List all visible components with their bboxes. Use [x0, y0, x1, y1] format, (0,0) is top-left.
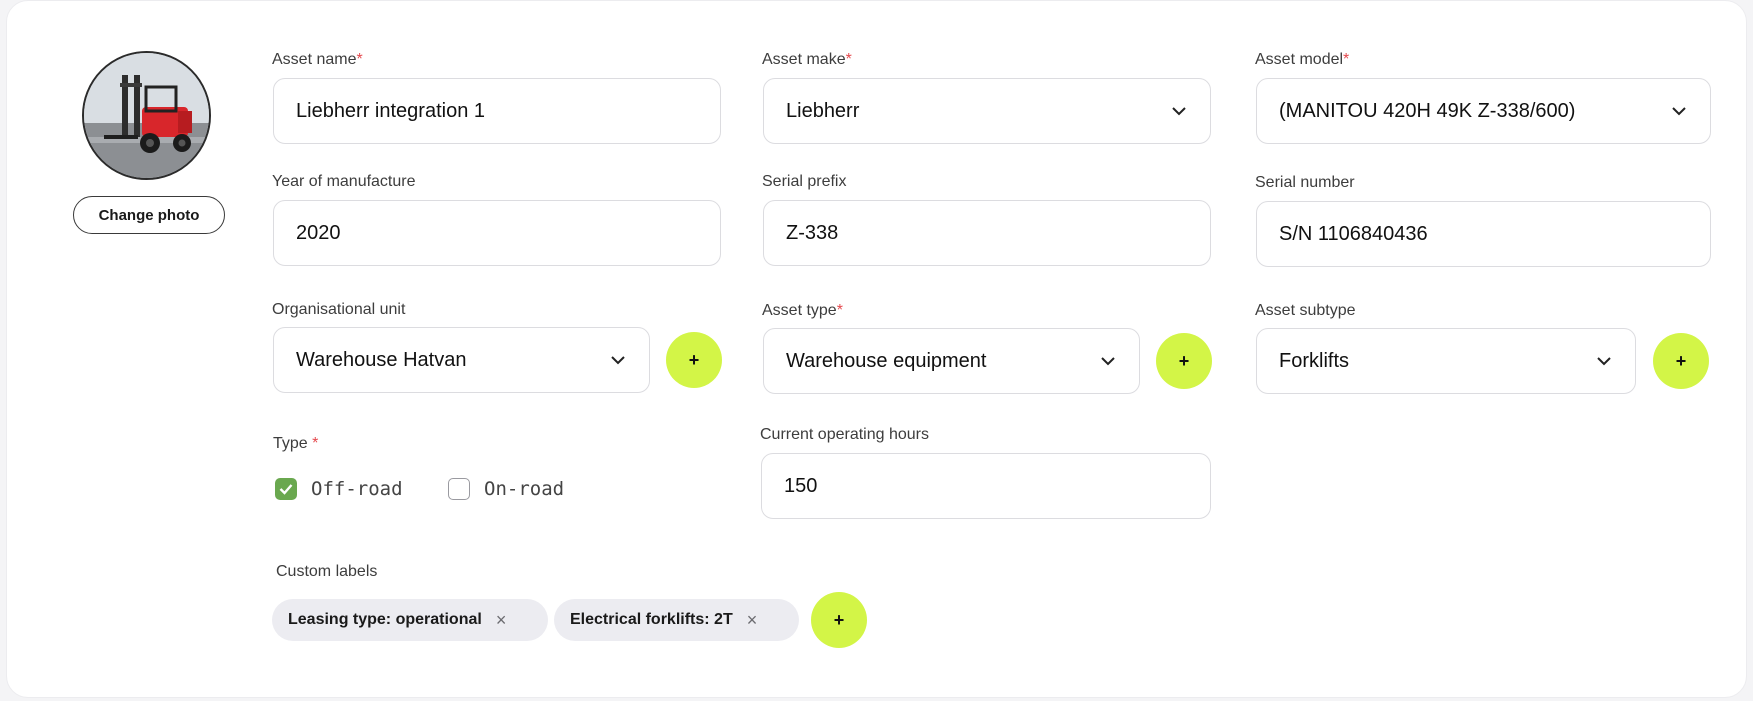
year-input[interactable] — [296, 221, 698, 245]
year-field[interactable] — [273, 200, 721, 266]
chip-text: Leasing type: operational — [288, 611, 482, 628]
asset-form-card: Change photo Asset name* Asset make* Lie… — [6, 0, 1747, 698]
custom-labels-heading: Custom labels — [276, 563, 378, 580]
close-icon[interactable]: × — [747, 610, 758, 631]
asset-type-value: Warehouse equipment — [786, 349, 987, 372]
checkbox-off-road[interactable] — [275, 478, 297, 500]
on-road-label: On-road — [484, 478, 565, 500]
plus-icon: + — [1178, 350, 1190, 371]
asset-model-value: (MANITOU 420H 49K Z-338/600) — [1279, 99, 1576, 122]
serial-prefix-field[interactable] — [763, 200, 1211, 266]
type-off-road-option[interactable]: Off-road — [275, 478, 403, 500]
org-unit-select[interactable]: Warehouse Hatvan — [273, 327, 650, 393]
custom-label-chip: Leasing type: operational × — [272, 599, 548, 641]
check-icon — [279, 484, 293, 495]
asset-subtype-label: Asset subtype — [1255, 302, 1356, 319]
type-on-road-option[interactable]: On-road — [448, 478, 564, 500]
asset-type-label: Asset type* — [762, 302, 843, 319]
plus-icon: + — [1675, 350, 1687, 371]
serial-number-field[interactable] — [1256, 201, 1711, 267]
asset-type-select[interactable]: Warehouse equipment — [763, 328, 1140, 394]
asset-name-label: Asset name* — [272, 51, 363, 68]
asset-make-select[interactable]: Liebherr — [763, 78, 1211, 144]
asset-name-input[interactable] — [296, 99, 698, 123]
add-asset-type-button[interactable]: + — [1156, 333, 1212, 389]
asset-model-label: Asset model* — [1255, 51, 1350, 68]
asset-subtype-select[interactable]: Forklifts — [1256, 328, 1636, 394]
forklift-image — [84, 53, 209, 178]
chip-text: Electrical forklifts: 2T — [570, 611, 733, 628]
asset-name-field[interactable] — [273, 78, 721, 144]
chevron-down-icon — [1170, 102, 1188, 120]
asset-model-select[interactable]: (MANITOU 420H 49K Z-338/600) — [1256, 78, 1711, 144]
chevron-down-icon — [1099, 352, 1117, 370]
add-asset-subtype-button[interactable]: + — [1653, 333, 1709, 389]
close-icon[interactable]: × — [496, 610, 507, 631]
asset-make-label: Asset make* — [762, 51, 852, 68]
chevron-down-icon — [1670, 102, 1688, 120]
year-label: Year of manufacture — [272, 173, 416, 190]
asset-make-value: Liebherr — [786, 99, 860, 122]
serial-prefix-input[interactable] — [786, 221, 1188, 245]
plus-icon: + — [833, 609, 845, 630]
chevron-down-icon — [609, 351, 627, 369]
type-label: Type * — [273, 435, 319, 452]
org-unit-label: Organisational unit — [272, 301, 406, 318]
plus-icon: + — [688, 349, 700, 370]
checkbox-on-road[interactable] — [448, 478, 470, 500]
operating-hours-field[interactable] — [761, 453, 1211, 519]
custom-label-chip: Electrical forklifts: 2T × — [554, 599, 799, 641]
operating-hours-input[interactable] — [784, 474, 1188, 498]
add-custom-label-button[interactable]: + — [811, 592, 867, 648]
serial-prefix-label: Serial prefix — [762, 173, 847, 190]
serial-number-input[interactable] — [1279, 222, 1688, 246]
asset-photo — [82, 51, 211, 180]
off-road-label: Off-road — [311, 478, 403, 500]
chevron-down-icon — [1595, 352, 1613, 370]
operating-hours-label: Current operating hours — [760, 426, 929, 443]
org-unit-value: Warehouse Hatvan — [296, 348, 467, 371]
change-photo-button[interactable]: Change photo — [73, 196, 225, 234]
serial-number-label: Serial number — [1255, 174, 1355, 191]
add-org-unit-button[interactable]: + — [666, 332, 722, 388]
asset-subtype-value: Forklifts — [1279, 349, 1349, 372]
